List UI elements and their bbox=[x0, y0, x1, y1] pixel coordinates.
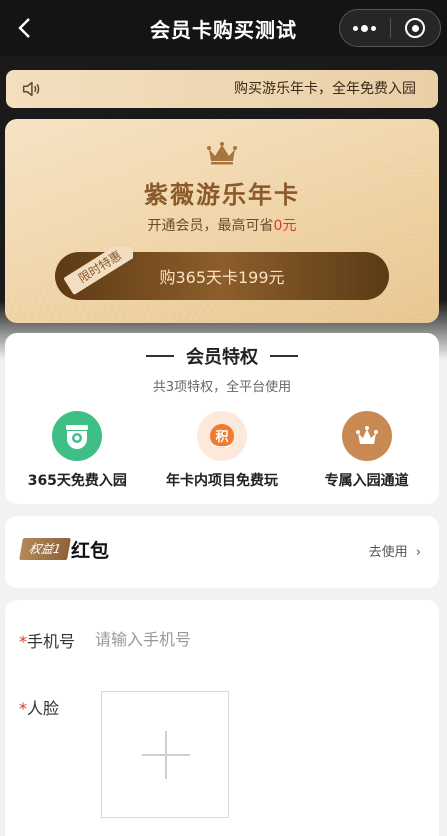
speaker-icon bbox=[22, 81, 40, 97]
back-button[interactable] bbox=[10, 14, 38, 42]
crown-badge-icon bbox=[341, 411, 392, 461]
mini-program-capsule bbox=[339, 9, 441, 47]
crown-icon bbox=[207, 142, 237, 165]
benefit-row[interactable]: 权益1 红包 去使用 › bbox=[5, 516, 439, 588]
phone-label: *手机号 bbox=[19, 628, 75, 652]
privileges-section: 会员特权 共3项特权，全平台使用 365天免费入园 积 年卡内项目免费玩 专属入… bbox=[5, 333, 439, 504]
face-upload-button[interactable] bbox=[101, 691, 229, 818]
buy-button-label: 购365天卡199元 bbox=[159, 268, 285, 287]
membership-card: 紫薇游乐年卡 开通会员，最高可省0元 购365天卡199元 限时特惠 bbox=[5, 119, 439, 323]
chevron-left-icon bbox=[18, 18, 30, 38]
more-button[interactable] bbox=[340, 10, 390, 46]
privileges-title: 会员特权 bbox=[5, 343, 439, 369]
card-subtitle: 开通会员，最高可省0元 bbox=[5, 215, 439, 235]
required-mark: * bbox=[19, 699, 27, 718]
announcement-text: 购买游乐年卡，全年免费入园 bbox=[234, 81, 416, 97]
benefit-name: 红包 bbox=[71, 540, 110, 562]
svg-text:积: 积 bbox=[215, 429, 228, 445]
page-title: 会员卡购买测试 bbox=[150, 17, 297, 42]
privileges-title-text: 会员特权 bbox=[186, 347, 258, 368]
close-button[interactable] bbox=[390, 10, 440, 46]
face-label-text: 人脸 bbox=[27, 699, 60, 718]
divider bbox=[146, 355, 174, 357]
use-benefit-label: 去使用 bbox=[368, 545, 408, 560]
benefit-tag: 权益1 bbox=[19, 538, 71, 560]
use-benefit-link[interactable]: 去使用 › bbox=[369, 541, 421, 560]
divider bbox=[270, 355, 298, 357]
privilege-label: 专属入园通道 bbox=[324, 473, 409, 489]
points-icon: 积 bbox=[196, 411, 247, 461]
privilege-item-free-entry[interactable]: 365天免费入园 bbox=[5, 411, 150, 490]
saving-amount: 0元 bbox=[273, 218, 297, 234]
privileges-subtitle: 共3项特权，全平台使用 bbox=[152, 380, 292, 395]
announcement-bar[interactable]: 购买游乐年卡，全年免费入园 bbox=[6, 70, 438, 108]
buy-card-button[interactable]: 购365天卡199元 bbox=[55, 252, 389, 300]
target-circle-icon bbox=[405, 18, 426, 38]
nav-bar: 会员卡购买测试 bbox=[0, 0, 447, 56]
card-title: 紫薇游乐年卡 bbox=[144, 181, 300, 209]
privilege-label: 365天免费入园 bbox=[27, 473, 127, 489]
camera-icon bbox=[52, 411, 103, 461]
purchase-form: *手机号 *人脸 bbox=[5, 600, 439, 836]
face-label: *人脸 bbox=[19, 695, 59, 719]
phone-label-text: 手机号 bbox=[27, 632, 76, 651]
more-dots-icon bbox=[353, 24, 377, 32]
required-mark: * bbox=[19, 632, 27, 651]
privilege-item-vip-channel[interactable]: 专属入园通道 bbox=[294, 411, 439, 490]
privilege-label: 年卡内项目免费玩 bbox=[165, 473, 278, 489]
chevron-right-icon: › bbox=[415, 545, 421, 560]
card-subtitle-text: 开通会员，最高可省 bbox=[147, 218, 274, 234]
privilege-item-free-rides[interactable]: 积 年卡内项目免费玩 bbox=[150, 411, 295, 490]
phone-input[interactable] bbox=[95, 627, 395, 651]
